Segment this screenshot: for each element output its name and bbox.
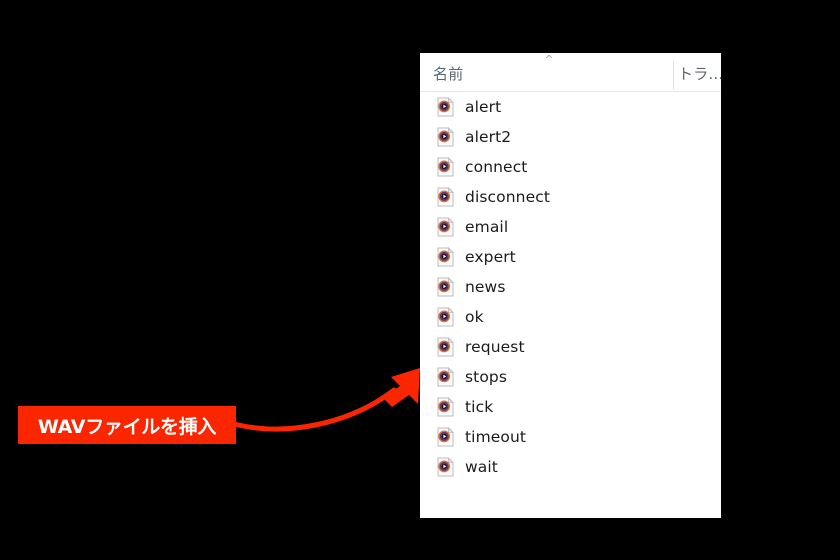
arrow-shaft: [231, 387, 397, 432]
media-file-icon: [437, 187, 454, 207]
media-file-icon: [437, 157, 454, 177]
media-file-icon: [437, 397, 454, 417]
media-file-icon: [437, 427, 454, 447]
file-list-item[interactable]: wait: [420, 452, 721, 482]
media-file-icon: [437, 337, 454, 357]
file-list-item-label: ok: [465, 308, 484, 326]
column-divider[interactable]: [673, 60, 674, 90]
file-list-item[interactable]: email: [420, 212, 721, 242]
file-list-item-label: tick: [465, 398, 494, 416]
file-list-item[interactable]: request: [420, 332, 721, 362]
file-list-item[interactable]: expert: [420, 242, 721, 272]
file-list-item[interactable]: ok: [420, 302, 721, 332]
file-list-item-label: expert: [465, 248, 516, 266]
file-list-item[interactable]: disconnect: [420, 182, 721, 212]
media-file-icon: [437, 217, 454, 237]
media-file-icon: [437, 367, 454, 387]
column-header-track[interactable]: トラ...: [678, 63, 721, 84]
file-list-item-label: connect: [465, 158, 528, 176]
file-list-item-label: stops: [465, 368, 508, 386]
file-list-item[interactable]: news: [420, 272, 721, 302]
file-list-item-label: wait: [465, 458, 498, 476]
file-list-item-label: disconnect: [465, 188, 551, 206]
media-file-icon: [437, 307, 454, 327]
annotation-banner: WAVファイルを挿入: [18, 406, 236, 444]
media-file-icon: [437, 247, 454, 267]
file-list-item[interactable]: stops: [420, 362, 721, 392]
file-list-item-label: timeout: [465, 428, 527, 446]
file-list-item[interactable]: alert2: [420, 122, 721, 152]
sort-ascending-caret-icon: ^: [544, 53, 554, 66]
arrow-head-icon: [383, 368, 420, 407]
file-list-item[interactable]: connect: [420, 152, 721, 182]
column-header-name[interactable]: 名前: [433, 63, 463, 84]
file-list: alert alert2 connect disconnect email expert n…: [420, 92, 721, 482]
media-file-icon: [437, 277, 454, 297]
file-list-item-label: news: [465, 278, 506, 296]
media-file-icon: [437, 457, 454, 477]
media-file-icon: [437, 127, 454, 147]
file-list-item-label: email: [465, 218, 509, 236]
media-file-icon: [437, 97, 454, 117]
file-list-item[interactable]: alert: [420, 92, 721, 122]
file-list-item-label: request: [465, 338, 525, 356]
file-list-item-label: alert: [465, 98, 502, 116]
annotation-label: WAVファイルを挿入: [37, 415, 217, 438]
file-list-item[interactable]: timeout: [420, 422, 721, 452]
file-list-panel: ^ 名前 トラ... alert alert2 connect disconnect e…: [420, 53, 721, 518]
column-header-bar: ^ 名前 トラ...: [420, 53, 721, 92]
file-list-item[interactable]: tick: [420, 392, 721, 422]
file-list-item-label: alert2: [465, 128, 512, 146]
